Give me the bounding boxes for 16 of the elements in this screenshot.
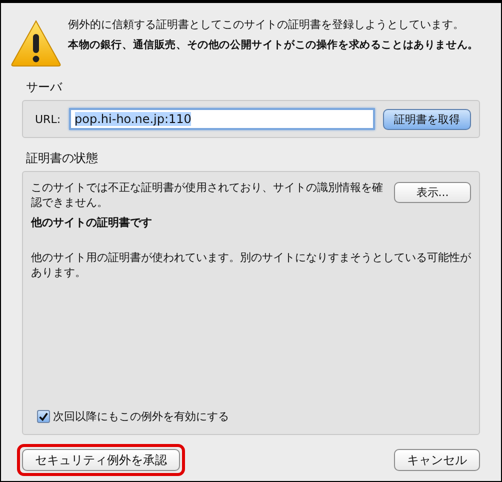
cancel-button[interactable]: キャンセル [394, 449, 480, 471]
url-field[interactable]: pop.hi-ho.ne.jp:110 [68, 108, 375, 130]
problem-detail: 他のサイト用の証明書が使われています。別のサイトになりすまそうとしている可能性があります。 [31, 250, 471, 280]
warning-message: 例外的に信頼する証明書としてこのサイトの証明書を登録しようとしています。 [68, 17, 465, 32]
server-heading: サーバ [26, 79, 62, 96]
warning-emphasis: 本物の銀行、通信販売、その他の公開サイトがこの操作を求めることはありません。 [68, 38, 478, 52]
status-summary: このサイトでは不正な証明書が使用されており、サイトの識別情報を確認できません。 [31, 180, 384, 210]
checkbox-label: 次回以降にもこの例外を有効にする [53, 409, 229, 424]
confirm-button[interactable]: セキュリティ例外を承認 [22, 449, 180, 471]
problem-title: 他のサイトの証明書です [31, 215, 153, 230]
permanent-checkbox[interactable] [37, 410, 50, 423]
view-button[interactable]: 表示... [394, 182, 471, 203]
get-certificate-button[interactable]: 証明書を取得 [383, 108, 471, 130]
certificate-status-heading: 証明書の状態 [26, 150, 98, 167]
url-label: URL: [35, 112, 61, 126]
warning-icon [10, 19, 62, 67]
